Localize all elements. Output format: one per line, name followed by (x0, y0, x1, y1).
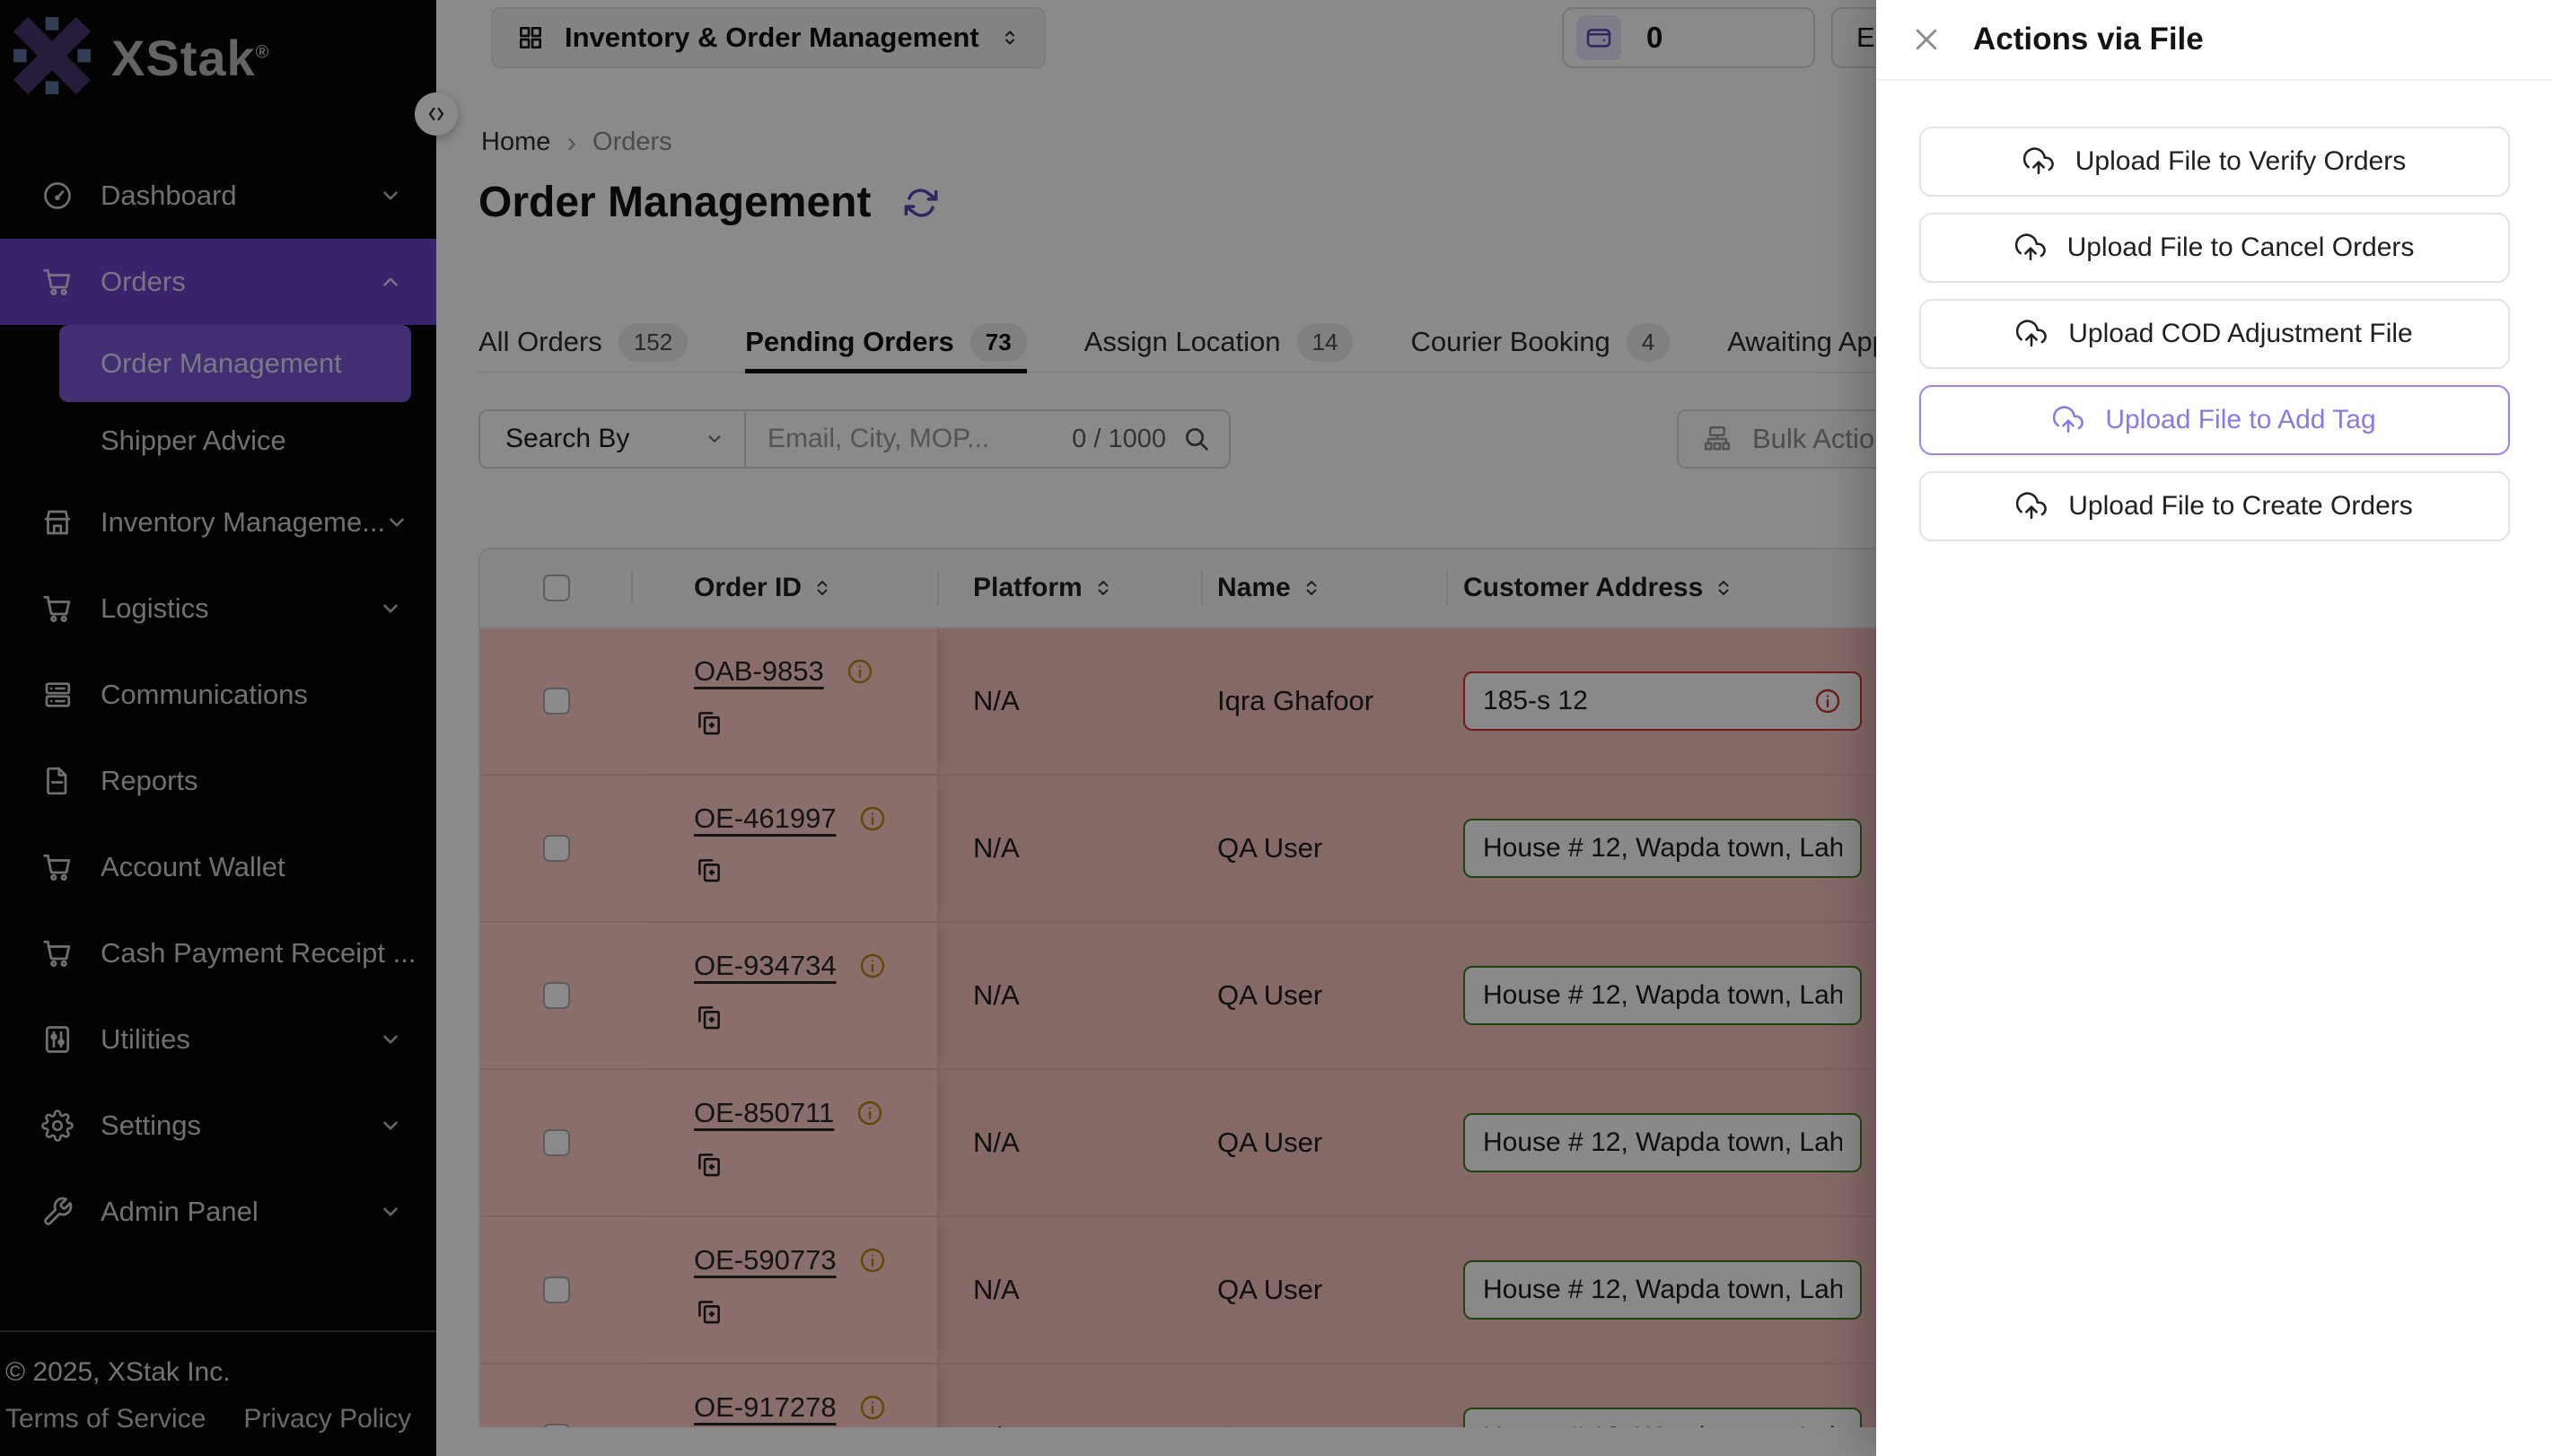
drawer-header: Actions via File (1876, 0, 2553, 81)
upload-verify-orders-button[interactable]: Upload File to Verify Orders (1919, 127, 2510, 197)
cloud-upload-icon (2023, 146, 2054, 177)
upload-cancel-orders-button[interactable]: Upload File to Cancel Orders (1919, 213, 2510, 283)
actions-via-file-drawer: Actions via File Upload File to Verify O… (1876, 0, 2553, 1456)
close-icon[interactable] (1910, 23, 1943, 56)
upload-create-orders-button[interactable]: Upload File to Create Orders (1919, 471, 2510, 541)
app-screen: XStak® Dashboard Orders Order Management… (0, 0, 2553, 1456)
cloud-upload-icon (2053, 405, 2084, 435)
button-label: Upload COD Adjustment File (2068, 319, 2413, 349)
cloud-upload-icon (2015, 232, 2046, 263)
cloud-upload-icon (2016, 491, 2047, 522)
upload-cod-adjustment-button[interactable]: Upload COD Adjustment File (1919, 299, 2510, 369)
button-label: Upload File to Verify Orders (2075, 146, 2406, 177)
button-label: Upload File to Add Tag (2105, 405, 2375, 435)
cloud-upload-icon (2016, 319, 2047, 349)
drawer-body: Upload File to Verify Orders Upload File… (1876, 81, 2553, 541)
drawer-title: Actions via File (1973, 22, 2204, 57)
upload-add-tag-button[interactable]: Upload File to Add Tag (1919, 385, 2510, 455)
button-label: Upload File to Cancel Orders (2067, 232, 2415, 263)
button-label: Upload File to Create Orders (2068, 491, 2413, 522)
